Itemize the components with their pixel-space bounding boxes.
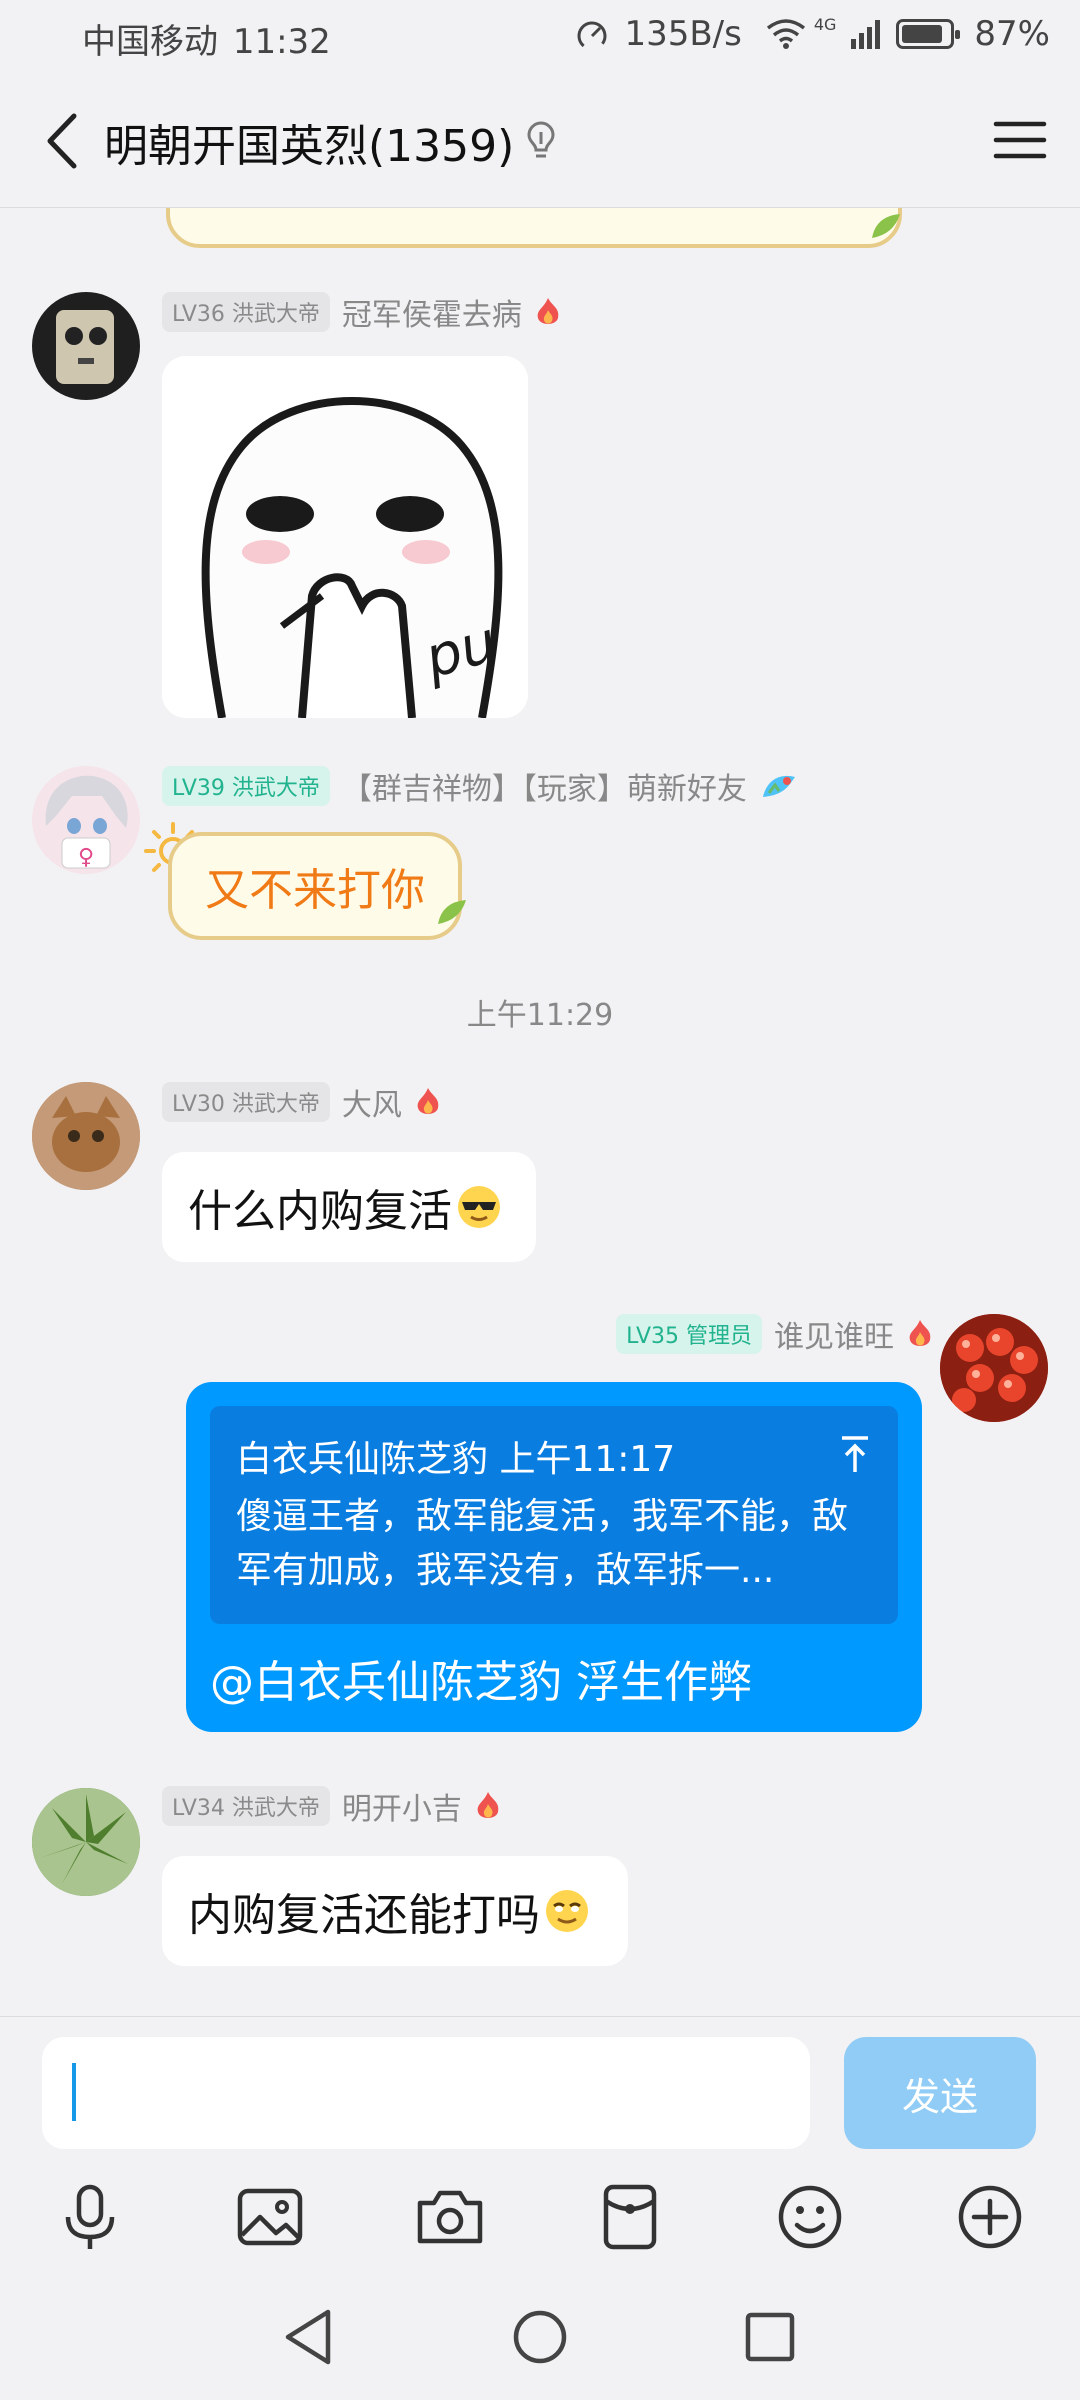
message-bubble[interactable]: 什么内购复活 — [162, 1152, 536, 1262]
avatar[interactable]: ♀ — [32, 766, 140, 874]
svg-text:♀: ♀ — [78, 845, 94, 870]
chat-area[interactable]: LV36 洪武大帝 冠军侯霍去病 pu ♀ LV39 洪武大帝 【群吉祥物】【玩… — [0, 208, 1080, 2016]
sticker-image[interactable]: pu — [162, 356, 528, 718]
message-meta: LV34 洪武大帝 明开小吉 — [162, 1784, 502, 1828]
fire-icon — [909, 1320, 931, 1346]
network-type: 4G — [813, 14, 837, 34]
avatar[interactable] — [32, 292, 140, 400]
message-text: 什么内购复活 — [188, 1186, 452, 1237]
leaf-decoration — [872, 214, 900, 238]
quote-header: 白衣兵仙陈芝豹 上午11:17 — [236, 1439, 676, 1480]
quote-text: 傻逼王者，敌军能复活，我军不能，敌军有加成，我军没有，敌军拆一... — [236, 1496, 849, 1591]
fire-icon — [477, 1792, 499, 1818]
quoted-message[interactable]: 白衣兵仙陈芝豹 上午11:17 傻逼王者，敌军能复活，我军不能，敌军有加成，我军… — [210, 1406, 898, 1624]
sunglasses-emoji-icon — [458, 1186, 500, 1228]
message-meta: LV36 洪武大帝 冠军侯霍去病 — [162, 290, 562, 334]
send-button[interactable]: 发送 — [844, 2037, 1036, 2149]
level-badge: LV34 洪武大帝 — [162, 1786, 330, 1826]
sender-name[interactable]: 冠军侯霍去病 — [342, 290, 522, 334]
microphone-icon[interactable] — [50, 2177, 130, 2257]
emoji-icon[interactable] — [770, 2177, 850, 2257]
wifi-icon — [766, 19, 805, 49]
group-title: 明朝开国英烈(1359) — [104, 121, 515, 172]
message-bubble[interactable]: 又不来打你 — [168, 832, 462, 940]
plus-icon[interactable] — [950, 2177, 1030, 2257]
clock: 11:32 — [232, 22, 331, 62]
level-badge: LV35 管理员 — [616, 1314, 762, 1354]
leaf-decoration — [438, 900, 466, 924]
reply-message-bubble[interactable]: 白衣兵仙陈芝豹 上午11:17 傻逼王者，敌军能复活，我军不能，敌军有加成，我军… — [186, 1382, 922, 1732]
nav-recents-icon[interactable] — [740, 2306, 800, 2368]
navigation-bar — [0, 2280, 1080, 2400]
battery-icon — [896, 19, 961, 49]
level-badge: LV30 洪武大帝 — [162, 1082, 330, 1122]
dragon-badge-icon — [762, 775, 795, 797]
status-icons: 135B/s 4G 87% — [574, 14, 1050, 54]
network-speed: 135B/s — [624, 14, 742, 54]
message-text: 又不来打你 — [205, 865, 425, 916]
battery-level: 87% — [974, 14, 1050, 54]
message-meta: LV30 洪武大帝 大风 — [162, 1080, 442, 1124]
avatar[interactable] — [32, 1082, 140, 1190]
time-separator: 上午11:29 — [466, 998, 614, 1033]
nav-back-icon[interactable] — [278, 2306, 338, 2368]
message-text: 内购复活还能打吗 — [188, 1890, 540, 1941]
level-badge: LV39 洪武大帝 — [162, 766, 330, 806]
sender-name[interactable]: 【群吉祥物】【玩家】萌新好友 — [342, 764, 747, 808]
message-meta: LV39 洪武大帝 【群吉祥物】【玩家】萌新好友 — [162, 764, 799, 808]
message-input[interactable] — [42, 2037, 810, 2149]
menu-icon[interactable] — [988, 108, 1052, 172]
message-bubble[interactable]: 内购复活还能打吗 — [162, 1856, 628, 1966]
group-badge-icon[interactable] — [524, 120, 558, 162]
sender-name[interactable]: 大风 — [342, 1080, 402, 1124]
status-bar: 中国移动 11:32 135B/s 4G 87% — [0, 0, 1080, 72]
fire-icon — [417, 1088, 439, 1114]
speed-icon — [577, 21, 607, 51]
previous-message-bubble[interactable] — [166, 208, 902, 248]
jump-to-original-icon[interactable] — [838, 1434, 872, 1474]
back-icon[interactable] — [30, 106, 100, 176]
carrier-label: 中国移动 — [82, 22, 218, 62]
input-area: 发送 — [0, 2016, 1080, 2280]
message-text: @白衣兵仙陈芝豹 浮生作弊 — [210, 1657, 752, 1708]
red-packet-icon[interactable] — [590, 2177, 670, 2257]
sender-name[interactable]: 谁见谁旺 — [774, 1312, 894, 1356]
sender-name[interactable]: 明开小吉 — [342, 1784, 462, 1828]
nav-home-icon[interactable] — [510, 2306, 570, 2368]
camera-icon[interactable] — [410, 2177, 490, 2257]
signal-icon — [851, 20, 881, 49]
text-cursor — [72, 2063, 76, 2121]
carrier-and-time: 中国移动 11:32 — [82, 14, 331, 63]
smirk-emoji-icon — [546, 1890, 588, 1932]
avatar[interactable] — [940, 1314, 1048, 1422]
avatar[interactable] — [32, 1788, 140, 1896]
fire-icon — [537, 298, 559, 324]
level-badge: LV36 洪武大帝 — [162, 292, 330, 332]
message-meta: LV35 管理员 谁见谁旺 — [616, 1312, 934, 1356]
image-icon[interactable] — [230, 2177, 310, 2257]
title-bar: 明朝开国英烈(1359) — [0, 72, 1080, 208]
